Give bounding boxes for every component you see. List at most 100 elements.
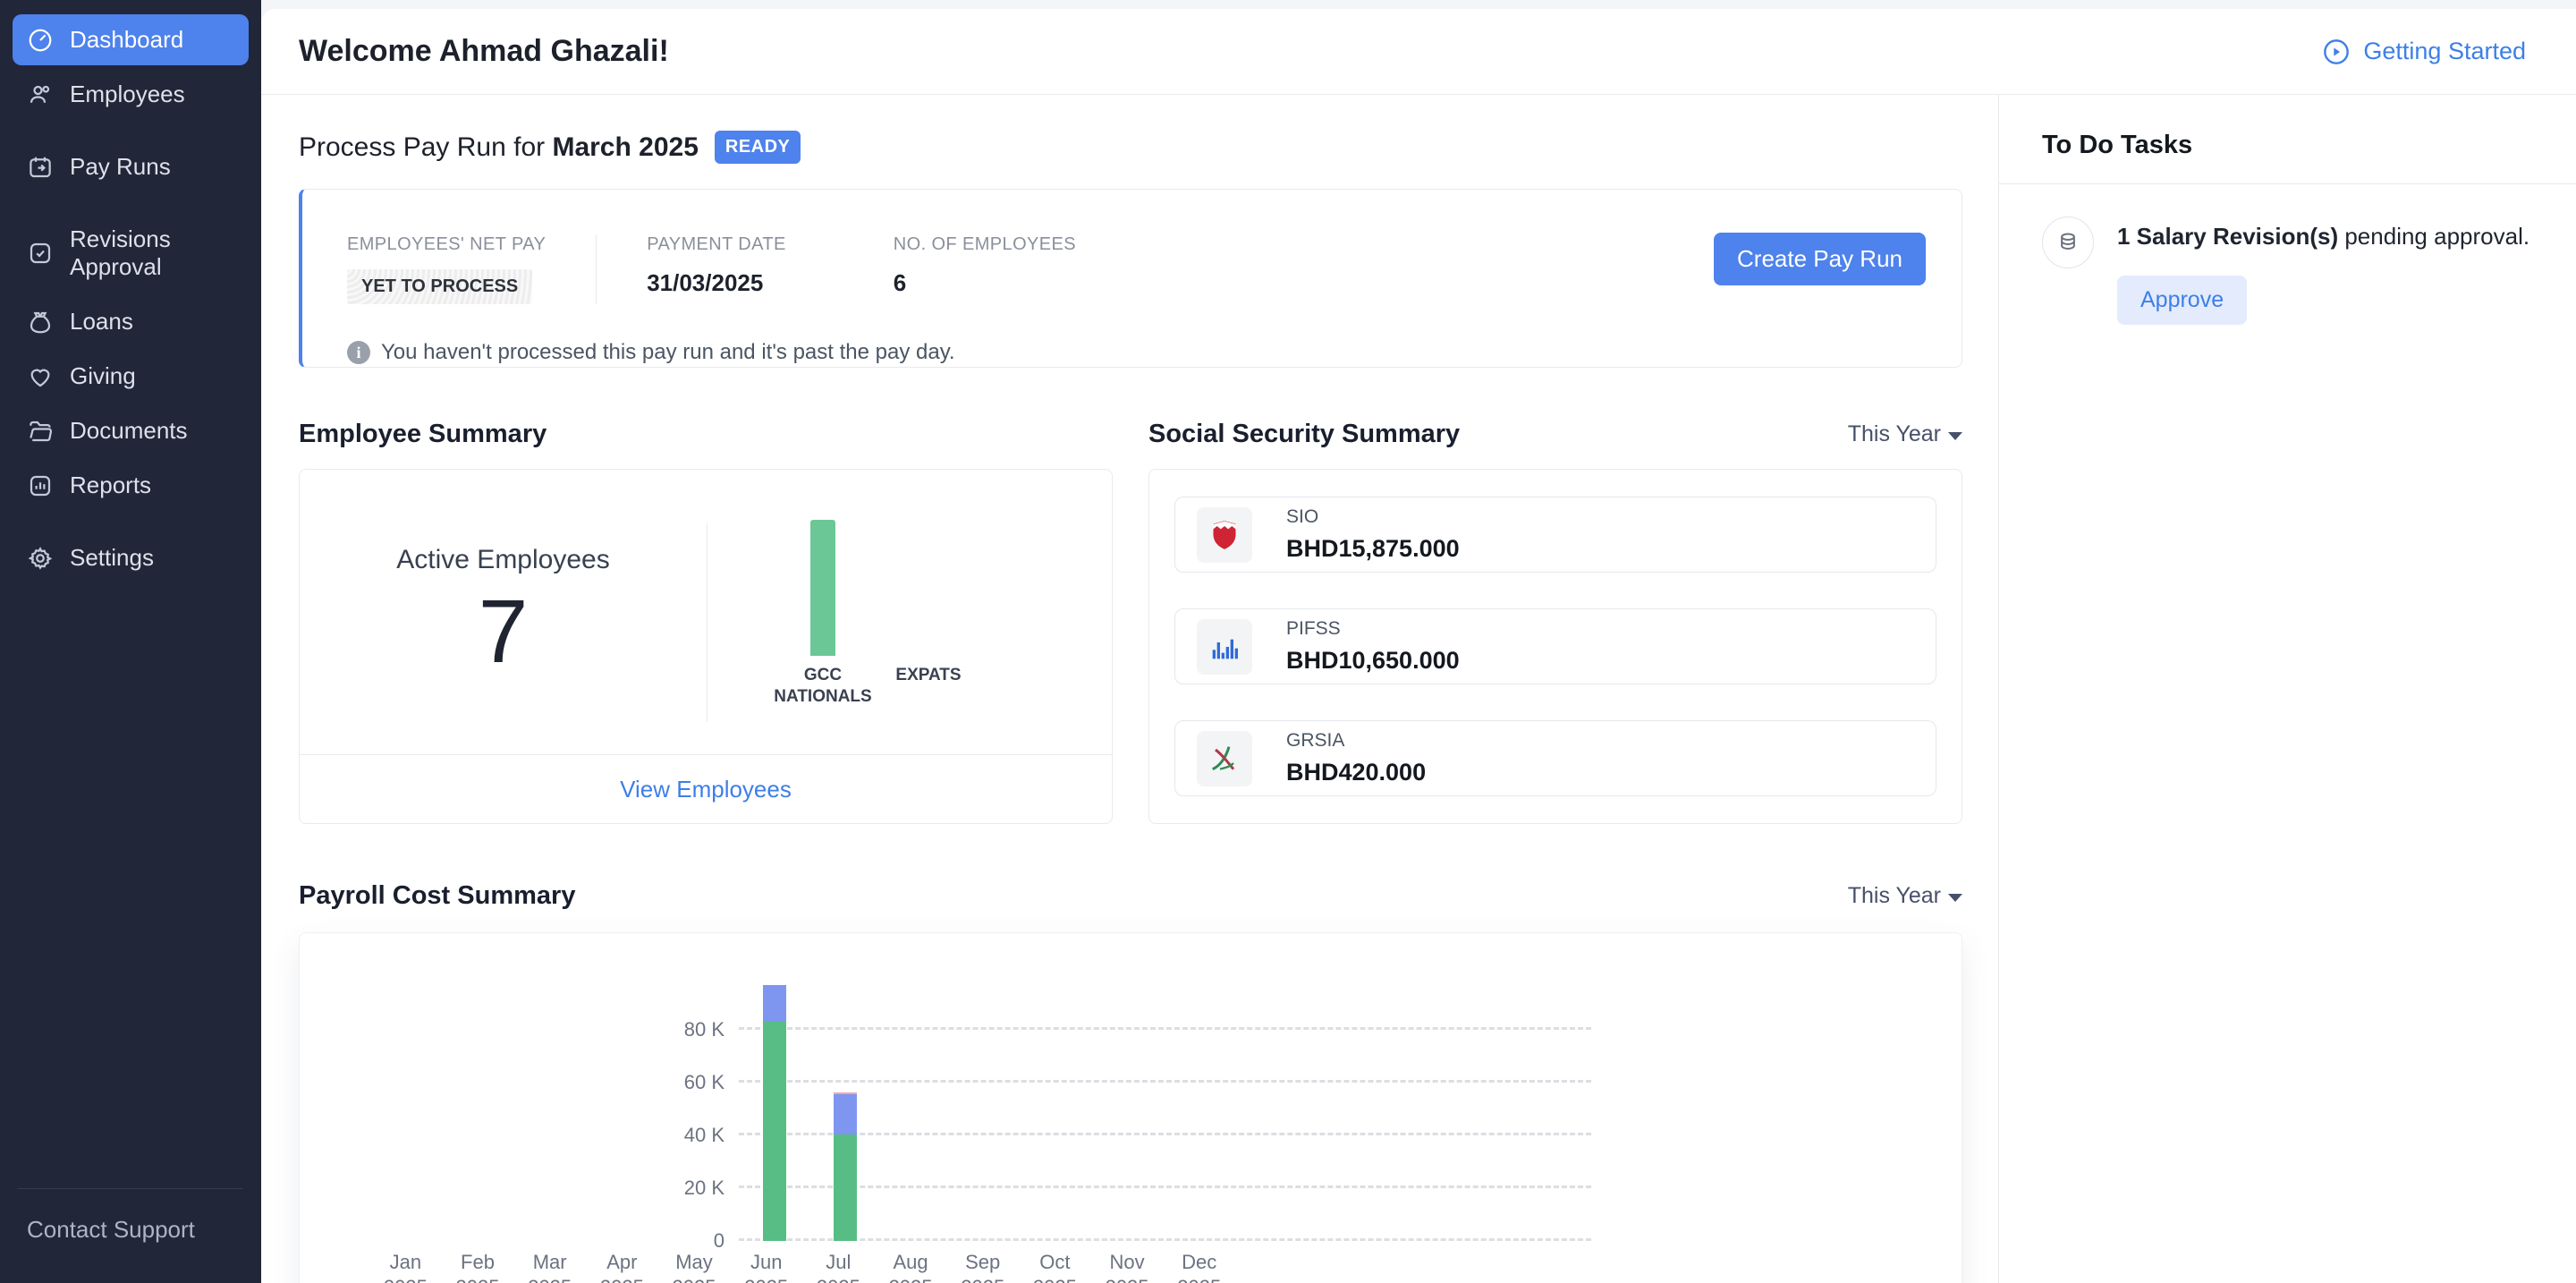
sidebar-item-documents[interactable]: Documents — [13, 405, 249, 456]
chart-x-tick-label: Jun2025 — [744, 1251, 788, 1283]
chart-x-tick-label: May2025 — [673, 1251, 716, 1283]
authority-amount: BHD15,875.000 — [1286, 535, 1460, 562]
sidebar-item-employees[interactable]: Employees — [13, 69, 249, 120]
payment-date-label: PAYMENT DATE — [647, 234, 786, 254]
content-shell: Welcome Ahmad Ghazali! Getting Started P… — [261, 9, 2576, 1283]
employee-count-label: NO. OF EMPLOYEES — [893, 234, 1076, 254]
social-security-card: SIO BHD15,875.000 PIFSS BHD10,650.000 GR… — [1148, 469, 1962, 824]
play-circle-icon — [2324, 38, 2350, 64]
chevron-down-icon — [1948, 431, 1962, 440]
chart-bar-segment-segment-green — [762, 1022, 786, 1241]
employee-summary-section: Employee Summary Active Employees 7 GCC … — [299, 420, 1113, 824]
social-security-head: Social Security Summary This Year — [1148, 420, 1962, 449]
chart-x-axis: Jan2025 Feb2025 Mar2025 Apr2025 May2025 Jun20… — [369, 1250, 1235, 1283]
getting-started-label: Getting Started — [2363, 38, 2526, 64]
employee-chart-category: GCC NATIONALS — [770, 513, 876, 708]
coins-icon — [2042, 217, 2094, 268]
pay-run-info-text: You haven't processed this pay run and i… — [381, 340, 955, 364]
employee-summary-head: Employee Summary — [299, 420, 1113, 449]
create-pay-run-button[interactable]: Create Pay Run — [1714, 233, 1926, 285]
payroll-cost-section: Payroll Cost Summary This Year 80 K 60 K 4… — [299, 881, 1962, 1283]
contact-support-link[interactable]: Contact Support — [11, 1212, 250, 1247]
social-security-row-text: GRSIA BHD420.000 — [1286, 730, 1426, 786]
main-wrap: Welcome Ahmad Ghazali! Getting Started P… — [261, 0, 2576, 1283]
body-row: Process Pay Run for March 2025 READY EMP… — [261, 95, 2576, 1283]
sidebar-item-loans[interactable]: Loans — [13, 296, 249, 347]
chart-bar-column — [952, 962, 1022, 1241]
chart-y-tick-label: 40 K — [683, 1124, 725, 1146]
chart-x-tick-label: Nov2025 — [1106, 1251, 1149, 1283]
view-employees-link[interactable]: View Employees — [620, 776, 792, 803]
getting-started-link[interactable]: Getting Started — [2322, 38, 2526, 66]
active-employees-label: Active Employees — [396, 544, 610, 574]
chart-bar-segment-segment-blue — [762, 984, 786, 1023]
pay-run-fields: EMPLOYEES' NET PAY YET TO PROCESS PAYMEN… — [347, 234, 1917, 304]
chart-y-axis: 80 K 60 K 40 K 20 K 0 — [670, 962, 725, 1252]
settings-icon — [27, 545, 54, 572]
payroll-cost-range-dropdown[interactable]: This Year — [1848, 883, 1962, 909]
sidebar: Dashboard Employees Pay Runs Revisions A… — [0, 0, 261, 1283]
range-label: This Year — [1847, 421, 1941, 446]
chart-bar-column — [1378, 962, 1449, 1241]
net-pay-label: EMPLOYEES' NET PAY — [347, 234, 547, 254]
payroll-cost-head: Payroll Cost Summary This Year — [299, 881, 1962, 911]
sidebar-divider — [18, 1188, 243, 1189]
sidebar-item-giving[interactable]: Giving — [13, 351, 249, 402]
grsia-logo — [1197, 730, 1252, 786]
sidebar-item-label: Revisions Approval — [70, 225, 171, 280]
employees-icon — [27, 81, 54, 108]
social-security-row-sio[interactable]: SIO BHD15,875.000 — [1174, 497, 1936, 573]
field-divider — [596, 234, 597, 304]
todo-task: 1 Salary Revision(s) pending approval. A… — [2026, 184, 2549, 325]
social-security-row-pifss[interactable]: PIFSS BHD10,650.000 — [1174, 608, 1936, 684]
chart-y-tick-label: 80 K — [683, 1018, 725, 1041]
employee-breakdown-chart: GCC NATIONALS EXPATS — [708, 470, 1112, 758]
approve-button[interactable]: Approve — [2117, 275, 2248, 325]
authority-name: GRSIA — [1286, 730, 1345, 751]
chart-bar-column — [1307, 962, 1377, 1241]
sidebar-item-settings[interactable]: Settings — [13, 532, 249, 583]
employee-count-value: 6 — [893, 269, 907, 296]
todo-task-rest: pending approval. — [2338, 223, 2530, 250]
employee-chart-bar — [810, 520, 835, 656]
chart-y-tick-label: 20 K — [683, 1177, 725, 1199]
payroll-cost-chart-card: 80 K 60 K 40 K 20 K 0 Jan2025 Feb2025 Mar2025 A… — [299, 932, 1962, 1283]
top-strip — [261, 0, 2576, 9]
chart-bar-segment-segment-green — [834, 1134, 858, 1241]
payroll-cost-title: Payroll Cost Summary — [299, 881, 576, 910]
social-security-section: Social Security Summary This Year SIO BH… — [1148, 420, 1962, 824]
employee-summary-card: Active Employees 7 GCC NATIONALS EXPATS Vi… — [299, 469, 1113, 824]
chart-plot-area — [739, 962, 1591, 1241]
status-badge: READY — [714, 131, 801, 164]
social-security-range-dropdown[interactable]: This Year — [1848, 421, 1962, 447]
chart-y-tick-label: 60 K — [683, 1071, 725, 1093]
sidebar-item-label: Settings — [70, 544, 154, 571]
sidebar-item-label: Employees — [70, 81, 185, 107]
chart-x-tick-label: Mar2025 — [528, 1251, 572, 1283]
social-security-row-grsia[interactable]: GRSIA BHD420.000 — [1174, 720, 1936, 796]
todo-task-count: 1 Salary Revision(s) — [2117, 223, 2339, 250]
range-label: This Year — [1847, 883, 1941, 908]
revisions-approval-icon — [27, 240, 54, 267]
sidebar-item-pay-runs[interactable]: Pay Runs — [13, 141, 249, 192]
chart-bar-column — [1236, 962, 1307, 1241]
social-security-row-text: SIO BHD15,875.000 — [1286, 506, 1460, 563]
info-icon: i — [347, 341, 370, 364]
pay-run-title-prefix: Process Pay Run for — [299, 132, 553, 162]
authority-name: PIFSS — [1286, 618, 1341, 639]
pay-run-section: Process Pay Run for March 2025 READY EMP… — [299, 131, 1962, 368]
pifss-logo — [1197, 618, 1252, 675]
sidebar-item-dashboard[interactable]: Dashboard — [13, 14, 249, 65]
sidebar-item-revisions-approval[interactable]: Revisions Approval — [13, 214, 249, 293]
chart-x-tick-label: Feb2025 — [456, 1251, 500, 1283]
sidebar-item-reports[interactable]: Reports — [13, 460, 249, 511]
documents-icon — [27, 418, 54, 445]
chart-x-tick-label: Jan2025 — [384, 1251, 428, 1283]
chart-bar-column — [1449, 962, 1520, 1241]
chevron-down-icon — [1948, 893, 1962, 902]
active-employees-block: Active Employees 7 — [300, 470, 707, 758]
employee-summary-title: Employee Summary — [299, 420, 547, 448]
chart-x-tick-label: Dec2025 — [1177, 1251, 1221, 1283]
pay-runs-icon — [27, 154, 54, 181]
